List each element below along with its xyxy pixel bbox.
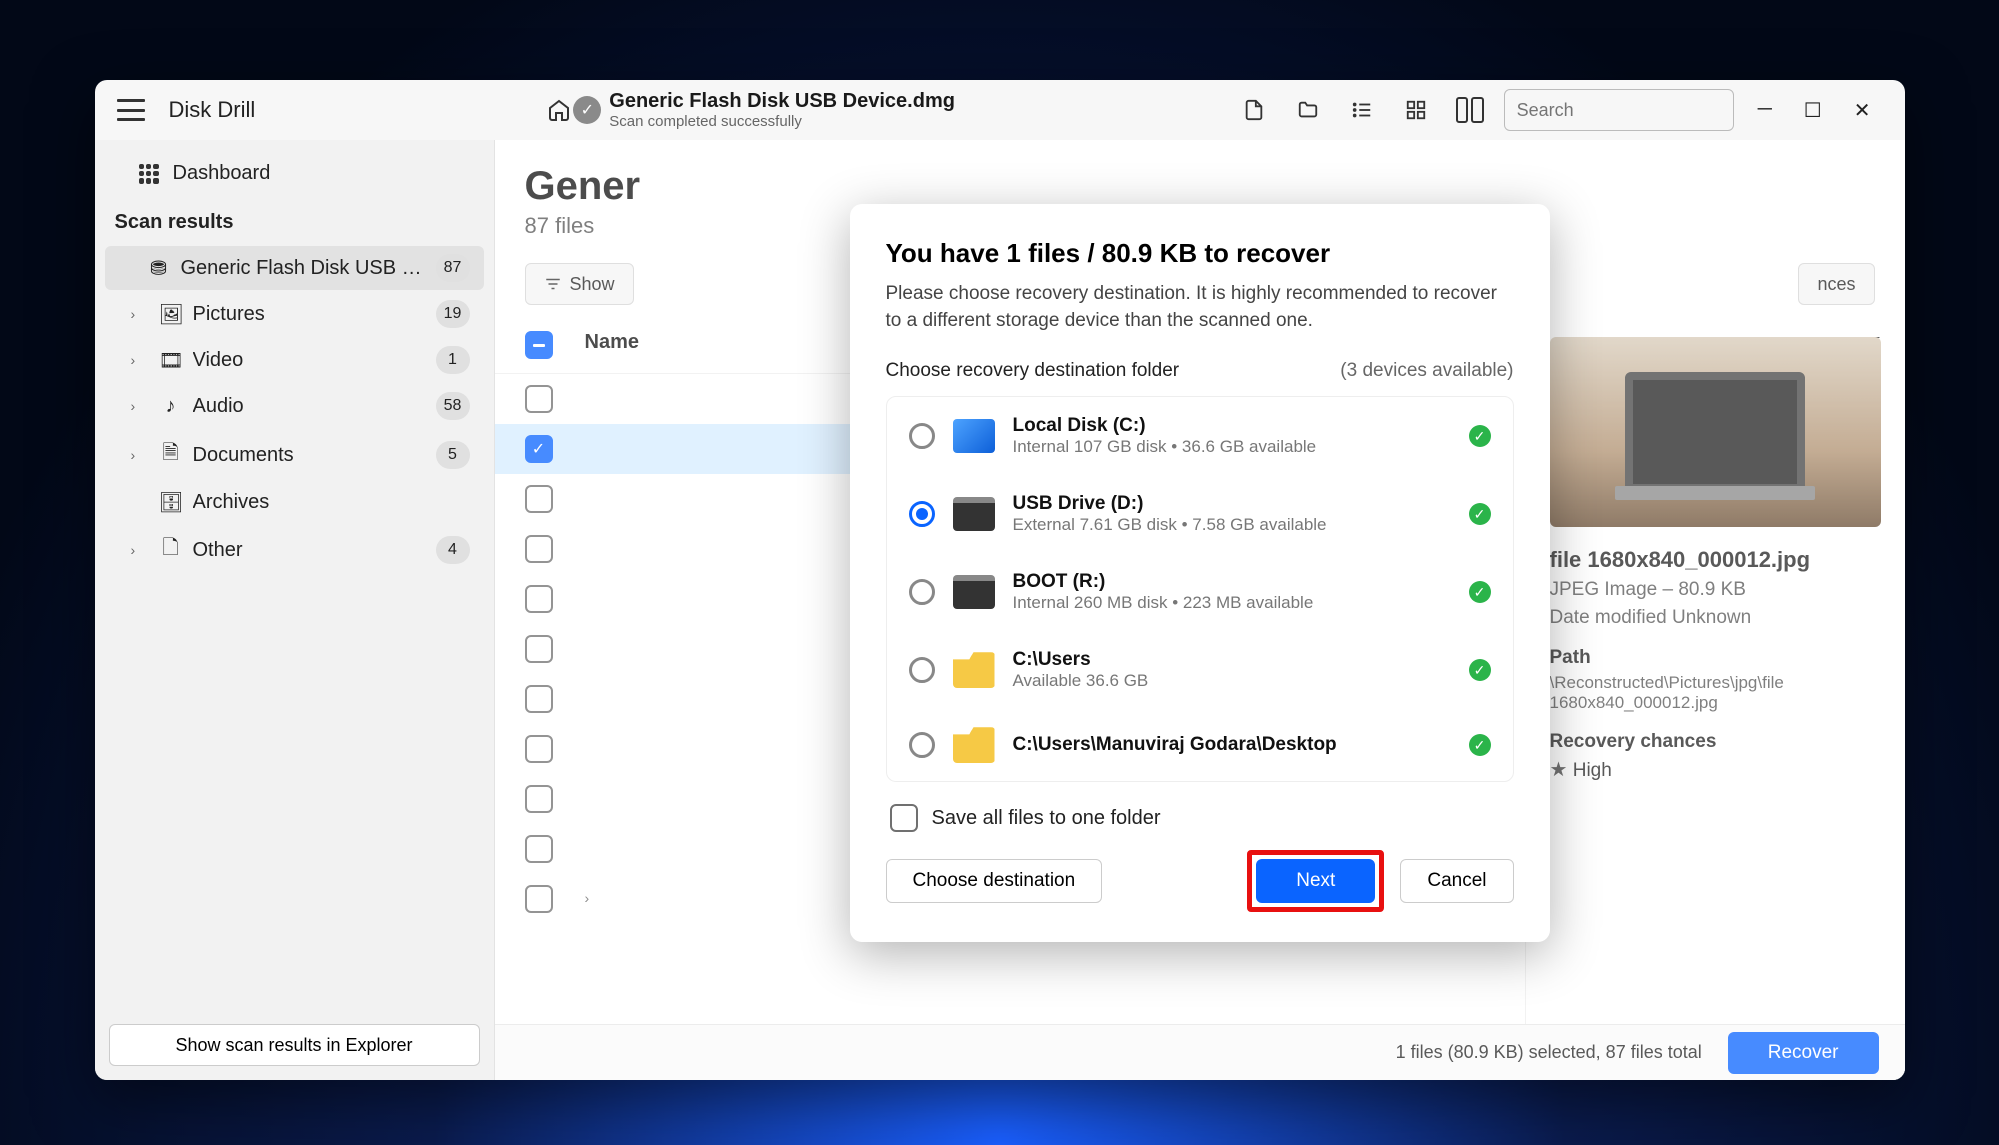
main-panel: Gener 87 files Show nces Name Size	[495, 140, 1905, 1080]
file-title: Generic Flash Disk USB Device.dmg	[609, 90, 955, 113]
next-button-highlight: Next	[1247, 850, 1384, 912]
destination-option[interactable]: USB Drive (D:) External 7.61 GB disk • 7…	[887, 475, 1513, 553]
search-field[interactable]	[1517, 100, 1749, 121]
panel-icon[interactable]	[1456, 96, 1484, 124]
chevron-icon: ›	[131, 352, 149, 368]
radio-button[interactable]	[909, 657, 935, 683]
modal-title: You have 1 files / 80.9 KB to recover	[886, 238, 1514, 269]
show-in-explorer-button[interactable]: Show scan results in Explorer	[109, 1024, 480, 1066]
sidebar-item-label: Generic Flash Disk USB D...	[181, 257, 426, 280]
ok-icon: ✓	[1469, 581, 1491, 603]
ok-icon: ✓	[1469, 659, 1491, 681]
destination-option[interactable]: C:\Users\Manuviraj Godara\Desktop ✓	[887, 709, 1513, 781]
nav-dashboard[interactable]: Dashboard	[95, 152, 494, 195]
sidebar-item-documents[interactable]: › 🗎 Documents 5	[105, 430, 484, 480]
local-icon	[953, 419, 995, 453]
modal-overlay: You have 1 files / 80.9 KB to recover Pl…	[495, 140, 1905, 1080]
sidebar-item-audio[interactable]: › ♪ Audio 58	[105, 384, 484, 428]
close-button[interactable]: ✕	[1854, 98, 1871, 123]
sidebar-item-other[interactable]: › 🗋 Other 4	[105, 525, 484, 575]
chevron-icon: ›	[131, 542, 149, 558]
drive-icon: ⛃	[147, 256, 171, 281]
destination-name: C:\Users	[1013, 649, 1451, 671]
image-icon: 🖼	[159, 302, 183, 327]
chevron-icon: ›	[131, 398, 149, 414]
radio-button[interactable]	[909, 423, 935, 449]
maximize-button[interactable]: ☐	[1804, 98, 1822, 123]
destination-name: C:\Users\Manuviraj Godara\Desktop	[1013, 734, 1451, 756]
sidebar-item-generic-flash-disk-usb-d-[interactable]: ⛃ Generic Flash Disk USB D... 87	[105, 246, 484, 290]
sidebar-item-label: Archives	[193, 491, 470, 514]
search-input[interactable]	[1504, 89, 1734, 131]
save-all-checkbox[interactable]	[890, 804, 918, 832]
radio-button[interactable]	[909, 732, 935, 758]
choose-destination-button[interactable]: Choose destination	[886, 859, 1103, 903]
destination-sub: Internal 260 MB disk • 223 MB available	[1013, 593, 1451, 613]
menu-icon[interactable]	[117, 99, 145, 121]
destination-name: Local Disk (C:)	[1013, 415, 1451, 437]
chevron-icon: ›	[131, 306, 149, 322]
new-file-icon[interactable]	[1240, 96, 1268, 124]
count-badge: 58	[436, 392, 470, 420]
scan-results-header: Scan results	[95, 195, 494, 244]
audio-icon: ♪	[159, 395, 183, 418]
sidebar-item-archives[interactable]: 🗄 Archives	[105, 482, 484, 523]
count-badge: 87	[436, 254, 470, 282]
ok-icon: ✓	[1469, 425, 1491, 447]
app-window: Disk Drill ✓ Generic Flash Disk USB Devi…	[95, 80, 1905, 1080]
sidebar-item-video[interactable]: › 🎞 Video 1	[105, 338, 484, 382]
destination-sub: Available 36.6 GB	[1013, 671, 1451, 691]
destination-sub: External 7.61 GB disk • 7.58 GB availabl…	[1013, 515, 1451, 535]
grid-view-icon[interactable]	[1402, 96, 1430, 124]
nav-dashboard-label: Dashboard	[173, 162, 271, 185]
choose-folder-label: Choose recovery destination folder	[886, 360, 1180, 382]
destination-name: USB Drive (D:)	[1013, 493, 1451, 515]
sidebar-item-label: Video	[193, 349, 426, 372]
recovery-destination-modal: You have 1 files / 80.9 KB to recover Pl…	[850, 204, 1550, 942]
doc-icon: 🗎	[159, 438, 183, 472]
sidebar: Dashboard Scan results ⛃ Generic Flash D…	[95, 140, 495, 1080]
ok-icon: ✓	[1469, 503, 1491, 525]
app-title: Disk Drill	[169, 97, 256, 123]
count-badge: 1	[436, 346, 470, 374]
disk-icon	[953, 497, 995, 531]
minimize-button[interactable]: ─	[1758, 98, 1772, 123]
count-badge: 5	[436, 441, 470, 469]
titlebar: Disk Drill ✓ Generic Flash Disk USB Devi…	[95, 80, 1905, 140]
ok-icon: ✓	[1469, 734, 1491, 756]
sidebar-item-label: Other	[193, 539, 426, 562]
radio-button[interactable]	[909, 501, 935, 527]
destination-name: BOOT (R:)	[1013, 571, 1451, 593]
count-badge: 4	[436, 536, 470, 564]
sidebar-item-pictures[interactable]: › 🖼 Pictures 19	[105, 292, 484, 336]
next-button[interactable]: Next	[1256, 859, 1375, 903]
folder-icon[interactable]	[1294, 96, 1322, 124]
chevron-icon: ›	[131, 447, 149, 463]
dashboard-icon	[139, 164, 159, 184]
video-icon: 🎞	[159, 348, 183, 373]
destination-sub: Internal 107 GB disk • 36.6 GB available	[1013, 437, 1451, 457]
archive-icon: 🗄	[159, 490, 183, 515]
disk-icon	[953, 575, 995, 609]
sidebar-item-label: Audio	[193, 395, 426, 418]
folder-icon	[953, 652, 995, 688]
count-badge: 19	[436, 300, 470, 328]
destination-list: Local Disk (C:) Internal 107 GB disk • 3…	[886, 396, 1514, 782]
sidebar-item-label: Pictures	[193, 303, 426, 326]
scan-complete-icon: ✓	[573, 96, 601, 124]
destination-option[interactable]: Local Disk (C:) Internal 107 GB disk • 3…	[887, 397, 1513, 475]
modal-desc: Please choose recovery destination. It i…	[886, 281, 1514, 334]
home-icon[interactable]	[545, 96, 573, 124]
devices-available: (3 devices available)	[1340, 360, 1513, 382]
list-view-icon[interactable]	[1348, 96, 1376, 124]
other-icon: 🗋	[159, 533, 183, 567]
sidebar-item-label: Documents	[193, 444, 426, 467]
radio-button[interactable]	[909, 579, 935, 605]
folder-icon	[953, 727, 995, 763]
save-all-label: Save all files to one folder	[932, 807, 1161, 830]
cancel-button[interactable]: Cancel	[1400, 859, 1513, 903]
file-subtitle: Scan completed successfully	[609, 113, 955, 130]
destination-option[interactable]: C:\Users Available 36.6 GB ✓	[887, 631, 1513, 709]
destination-option[interactable]: BOOT (R:) Internal 260 MB disk • 223 MB …	[887, 553, 1513, 631]
